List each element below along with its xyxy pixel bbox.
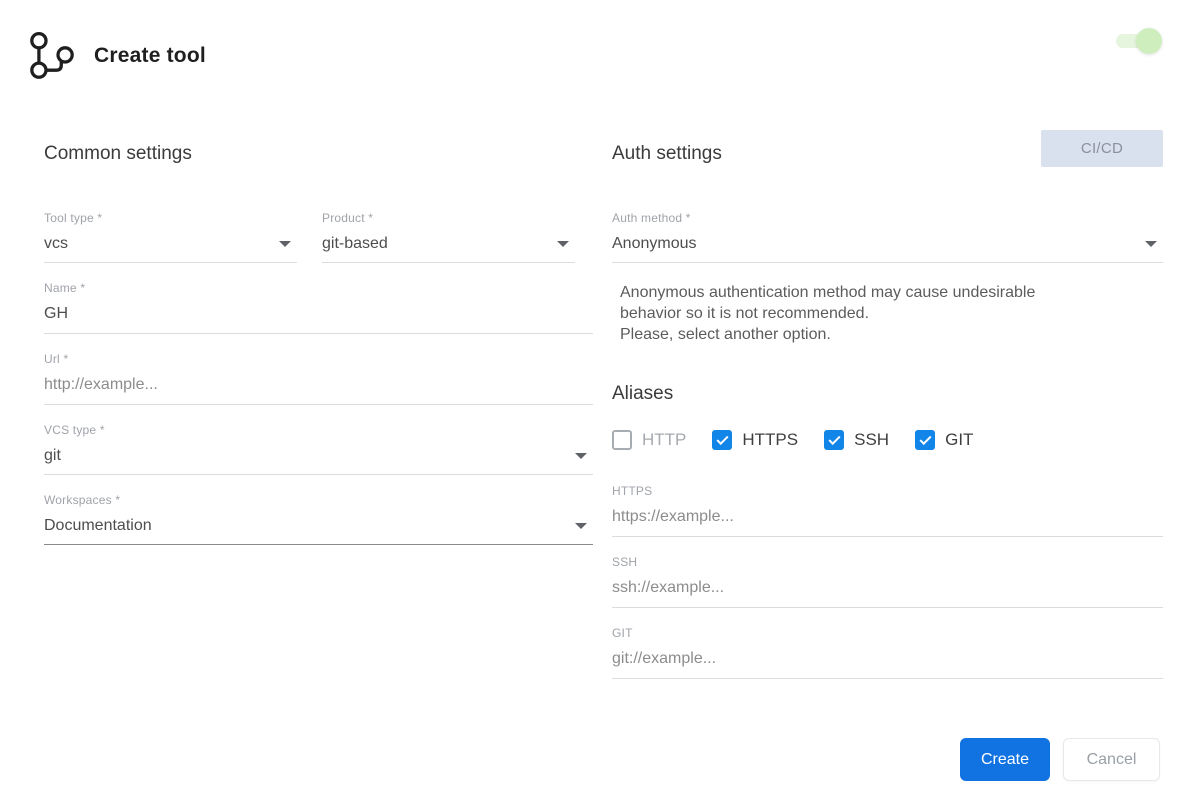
common-settings-heading: Common settings — [44, 143, 192, 164]
git-alias-input[interactable] — [612, 647, 1163, 679]
git-alias-field: GIT — [612, 626, 1163, 679]
toggle-knob — [1136, 28, 1162, 54]
checkbox-icon — [824, 430, 845, 450]
name-label: Name * — [44, 281, 86, 295]
alias-checkbox-http[interactable]: HTTP — [612, 430, 686, 450]
warning-line: Please, select another option. — [620, 326, 831, 343]
workspaces-value: Documentation — [44, 517, 152, 534]
alias-checkbox-row: HTTP HTTPS SSH GIT — [612, 430, 1163, 450]
auth-method-select[interactable]: Auth method * Anonymous — [612, 211, 1163, 263]
dropdown-arrow-icon — [557, 241, 569, 247]
name-field: Name * — [44, 281, 593, 334]
dialog-footer: Create Cancel — [960, 738, 1160, 781]
alias-checkbox-https[interactable]: HTTPS — [712, 430, 798, 450]
url-field: Url * — [44, 352, 593, 405]
tool-type-select[interactable]: Tool type * vcs — [44, 211, 297, 263]
vcs-type-label: VCS type * — [44, 423, 105, 437]
dropdown-arrow-icon — [575, 453, 587, 459]
https-alias-input[interactable] — [612, 505, 1163, 537]
checkbox-label: HTTPS — [742, 430, 799, 449]
dropdown-arrow-icon — [575, 523, 587, 529]
workspaces-label: Workspaces * — [44, 493, 121, 507]
toggle-switch[interactable] — [1116, 28, 1162, 54]
cicd-button[interactable]: CI/CD — [1041, 130, 1163, 167]
product-value: git-based — [322, 235, 388, 252]
product-select[interactable]: Product * git-based — [322, 211, 575, 263]
https-alias-label: HTTPS — [612, 484, 653, 498]
aliases-heading: Aliases — [612, 383, 674, 404]
warning-line: behavior so it is not recommended. — [620, 305, 870, 322]
checkbox-icon — [712, 430, 733, 450]
page-title: Create tool — [94, 44, 206, 67]
git-alias-label: GIT — [612, 626, 633, 640]
tool-type-label: Tool type * — [44, 211, 103, 225]
vcs-type-select[interactable]: VCS type * git — [44, 423, 593, 475]
auth-settings-heading: Auth settings — [612, 143, 722, 164]
url-input[interactable] — [44, 373, 593, 405]
create-button[interactable]: Create — [960, 738, 1050, 781]
name-input[interactable] — [44, 302, 593, 334]
cancel-button[interactable]: Cancel — [1063, 738, 1160, 781]
checkbox-label: GIT — [945, 430, 974, 449]
auth-settings-section: Auth settings CI/CD Auth method * Anonym… — [612, 130, 1163, 697]
checkbox-label: HTTP — [642, 430, 687, 449]
dropdown-arrow-icon — [279, 241, 291, 247]
https-alias-field: HTTPS — [612, 484, 1163, 537]
checkbox-icon — [915, 430, 936, 450]
url-label: Url * — [44, 352, 69, 366]
workspaces-select[interactable]: Workspaces * Documentation — [44, 493, 593, 545]
checkbox-icon — [612, 430, 632, 450]
alias-checkbox-ssh[interactable]: SSH — [824, 430, 889, 450]
warning-line: Anonymous authentication method may caus… — [620, 284, 1036, 301]
common-settings-section: Common settings Tool type * vcs Product … — [44, 130, 593, 563]
auth-method-label: Auth method * — [612, 211, 691, 225]
auth-warning-text: Anonymous authentication method may caus… — [612, 282, 1163, 345]
dialog-header: Create tool — [28, 30, 206, 82]
alias-checkbox-git[interactable]: GIT — [915, 430, 973, 450]
checkbox-label: SSH — [854, 430, 890, 449]
ssh-alias-field: SSH — [612, 555, 1163, 608]
ssh-alias-label: SSH — [612, 555, 638, 569]
dropdown-arrow-icon — [1145, 241, 1157, 247]
tool-type-value: vcs — [44, 235, 68, 252]
product-label: Product * — [322, 211, 374, 225]
ssh-alias-input[interactable] — [612, 576, 1163, 608]
vcs-type-value: git — [44, 447, 61, 464]
git-branch-icon — [28, 30, 76, 82]
auth-method-value: Anonymous — [612, 235, 697, 252]
